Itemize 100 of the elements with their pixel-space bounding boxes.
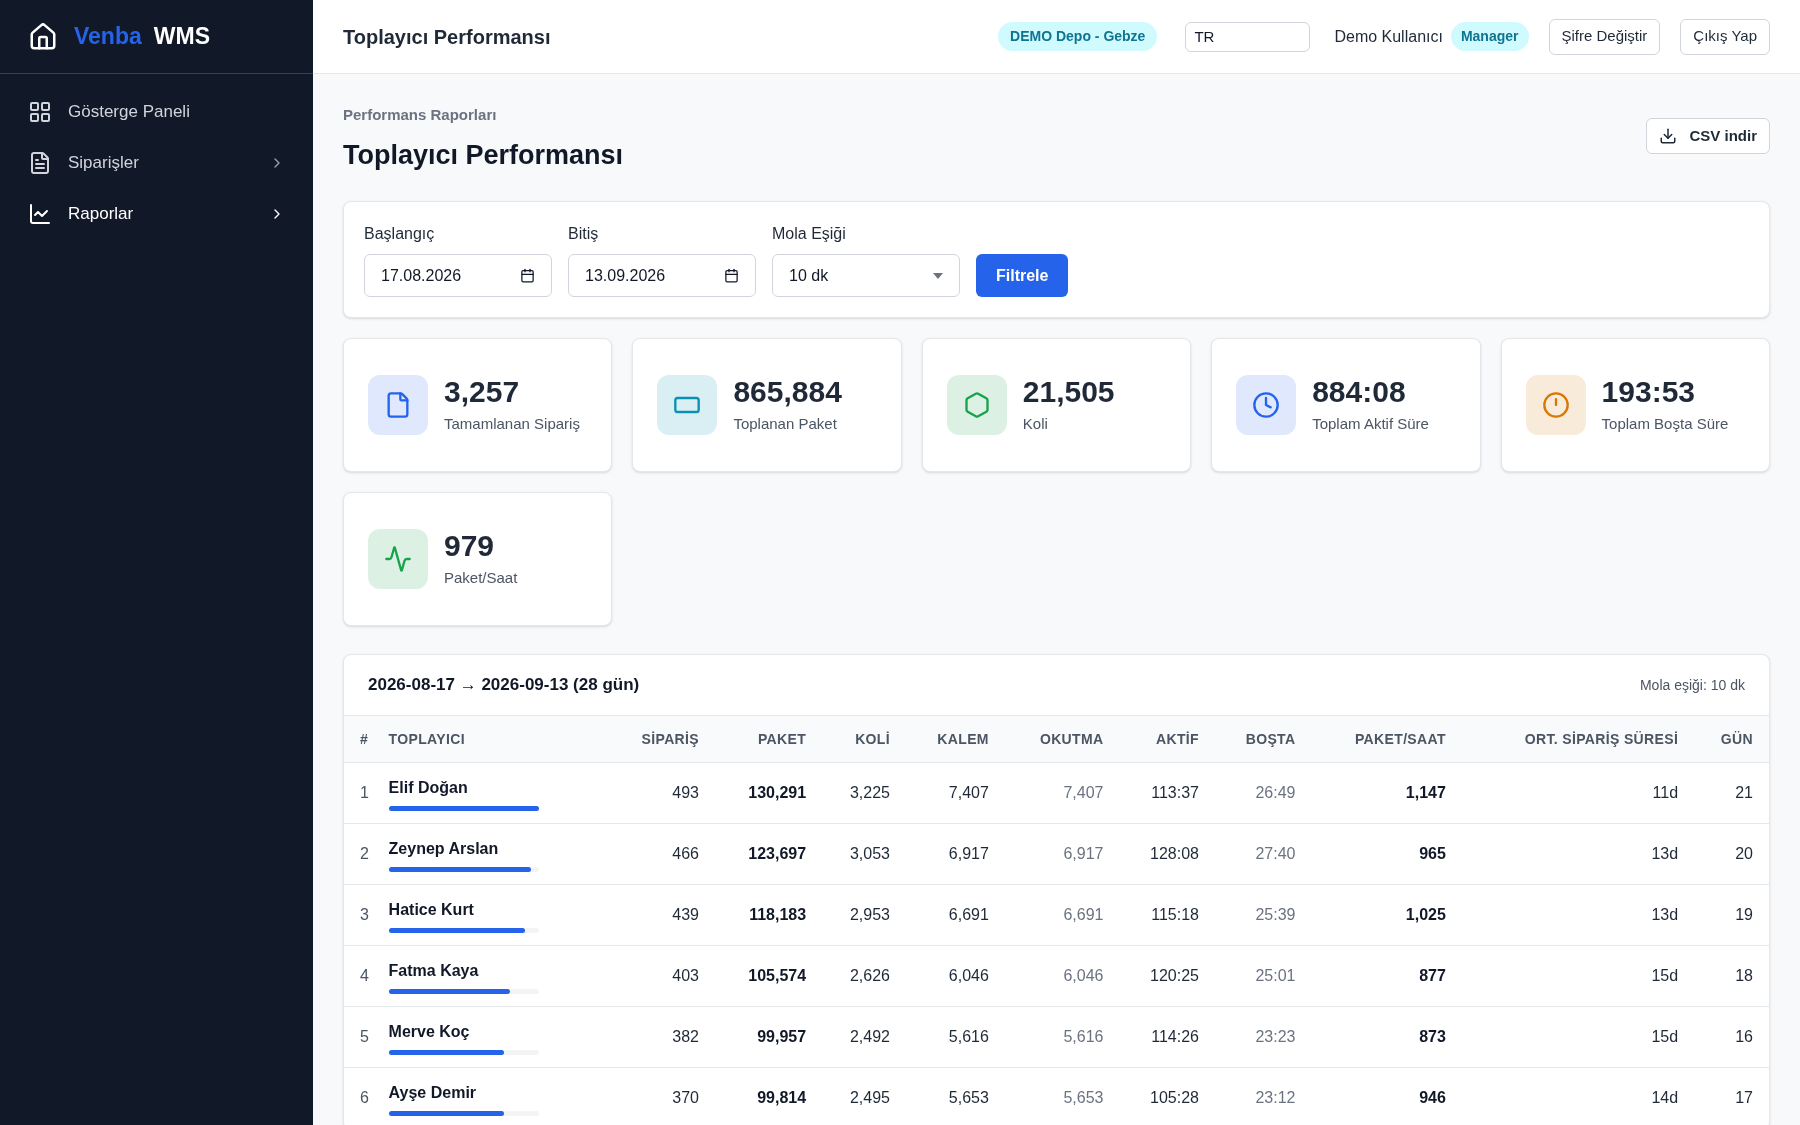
page-title: Toplayıcı Performansı: [343, 138, 624, 172]
table-cell: 6,917: [1000, 823, 1116, 885]
picker-name: Zeynep Arslan: [388, 838, 500, 859]
date-field[interactable]: 13.09.2026: [568, 254, 756, 297]
breadcrumb: Performans Raporları: [343, 105, 498, 125]
language-field[interactable]: TR: [1185, 21, 1311, 52]
csv-download-button[interactable]: CSV indir: [1646, 118, 1770, 154]
table-cell: 5,616: [1000, 1006, 1116, 1068]
table-cell: 1,025: [1307, 884, 1458, 946]
table-cell: 13d: [1457, 823, 1691, 885]
table-cell: 14d: [1457, 1067, 1691, 1125]
download-icon: [1659, 127, 1678, 145]
clock-icon: [1252, 391, 1281, 419]
pulse-icon: [384, 545, 412, 573]
sidebar-item[interactable]: Raporlar: [0, 188, 313, 239]
calendar-icon: [520, 268, 535, 283]
role-badge: Manager: [1450, 22, 1529, 51]
table-cell: 2,953: [818, 884, 902, 946]
table-cell: 15d: [1457, 945, 1691, 1007]
stat-value: 3,257: [444, 374, 521, 411]
table-cell: 25:39: [1210, 884, 1308, 946]
table-cell: 18: [1690, 945, 1769, 1007]
column-header: PAKET: [711, 715, 819, 763]
table-cell: 3,225: [818, 762, 902, 824]
column-header: PAKET/SAAT: [1307, 715, 1458, 763]
sidebar-item[interactable]: Gösterge Paneli: [0, 86, 313, 137]
header-title: Toplayıcı Performansı: [343, 24, 552, 50]
table-cell: 114:26: [1115, 1006, 1211, 1068]
table-cell: 25:01: [1210, 945, 1308, 1007]
picker-name: Merve Koç: [388, 1021, 471, 1042]
stat-value: 21,505: [1022, 374, 1115, 411]
table-cell: 6,046: [1000, 945, 1116, 1007]
rank-cell: 2: [344, 823, 377, 885]
table-cell: 5,653: [902, 1067, 1001, 1125]
header-button[interactable]: Çıkış Yap: [1680, 18, 1770, 55]
column-header: KALEM: [902, 715, 1001, 763]
brand-logo: Venba WMS: [74, 22, 210, 52]
column-header: ORT. SİPARİŞ SÜRESİ: [1457, 715, 1691, 763]
document-icon: [28, 150, 52, 175]
table-cell: 370: [604, 1067, 711, 1125]
grid-icon: [28, 99, 52, 124]
table-cell: 6,917: [902, 823, 1001, 885]
table-cell: 23:12: [1210, 1067, 1308, 1125]
table-cell: 128:08: [1115, 823, 1211, 885]
header-button[interactable]: Şifre Değiştir: [1548, 18, 1661, 55]
column-header: GÜN: [1690, 715, 1769, 763]
table-cell: 5,653: [1000, 1067, 1116, 1125]
table-cell: 123,697: [711, 823, 819, 885]
sidebar-item[interactable]: Siparişler: [0, 137, 313, 188]
table-cell: 466: [604, 823, 711, 885]
table-cell: 19: [1690, 884, 1769, 946]
column-header: OKUTMA: [1000, 715, 1116, 763]
table-cell: 403: [604, 945, 711, 1007]
stat-value: 865,884: [733, 374, 842, 411]
table-cell: 105,574: [711, 945, 819, 1007]
date-range: 2026-08-17 → 2026-09-13 (28 gün): [368, 674, 640, 697]
table-cell: 15d: [1457, 1006, 1691, 1068]
table-cell: 27:40: [1210, 823, 1308, 885]
table-cell: 439: [604, 884, 711, 946]
table-cell: 130,291: [711, 762, 819, 824]
hexagon-icon: [962, 391, 991, 419]
stat-label: Paket/Saat: [444, 567, 518, 588]
table-cell: 99,814: [711, 1067, 819, 1125]
table-cell: 5,616: [902, 1006, 1001, 1068]
table-cell: 16: [1690, 1006, 1769, 1068]
stat-value: 193:53: [1601, 374, 1696, 411]
table-cell: 105:28: [1115, 1067, 1211, 1125]
home-icon: [28, 21, 58, 52]
column-header: SİPARİŞ: [604, 715, 711, 763]
table-cell: 7,407: [902, 762, 1001, 824]
user-name: Demo Kullanıcı: [1334, 26, 1443, 47]
stat-label: Toplam Aktif Süre: [1312, 413, 1429, 434]
warehouse-badge: DEMO Depo - Gebze: [998, 22, 1158, 51]
table-cell: 6,046: [902, 945, 1001, 1007]
table-cell: 120:25: [1115, 945, 1211, 1007]
picker-name: Fatma Kaya: [388, 960, 480, 981]
table-cell: 13d: [1457, 884, 1691, 946]
rank-cell: 1: [344, 762, 377, 824]
picker-name: Elif Doğan: [388, 777, 469, 798]
threshold-note: Mola eşiği: 10 dk: [1639, 675, 1745, 695]
table-cell: 113:37: [1115, 762, 1211, 824]
field-label: Başlangıç: [364, 224, 436, 244]
picker-name: Hatice Kurt: [388, 899, 475, 920]
table-cell: 873: [1307, 1006, 1458, 1068]
column-header: #: [344, 715, 377, 763]
table-cell: 21: [1690, 762, 1769, 824]
calendar-icon: [724, 268, 739, 283]
table-cell: 7,407: [1000, 762, 1116, 824]
picker-name: Ayşe Demir: [388, 1082, 478, 1103]
caret-icon: [933, 272, 943, 279]
select-field[interactable]: 10 dk: [772, 254, 960, 297]
filter-button[interactable]: Filtrele: [976, 254, 1069, 297]
table-cell: 20: [1690, 823, 1769, 885]
table-cell: 99,957: [711, 1006, 819, 1068]
table-cell: 2,492: [818, 1006, 902, 1068]
column-header: TOPLAYICI: [376, 715, 605, 763]
rank-cell: 6: [344, 1067, 377, 1125]
table-cell: 946: [1307, 1067, 1458, 1125]
date-field[interactable]: 17.08.2026: [364, 254, 552, 297]
stat-label: Toplam Boşta Süre: [1601, 413, 1729, 434]
